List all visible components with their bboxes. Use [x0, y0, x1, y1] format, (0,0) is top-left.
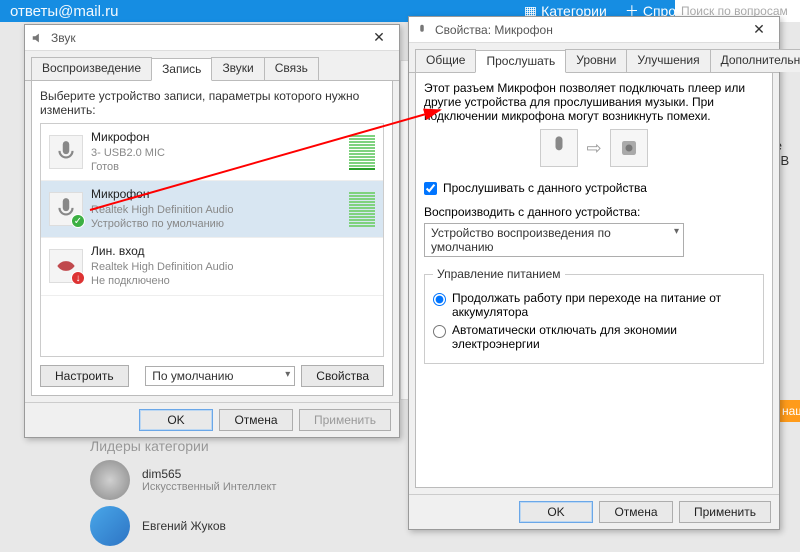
- device-list[interactable]: Микрофон 3- USB2.0 MIC Готов ✓ Микрофон …: [40, 123, 384, 357]
- device-row[interactable]: Микрофон 3- USB2.0 MIC Готов: [41, 124, 383, 181]
- tab-communications[interactable]: Связь: [264, 57, 319, 80]
- user-name[interactable]: dim565: [142, 467, 276, 481]
- speaker-icon: [610, 129, 648, 167]
- mic-properties-dialog: Свойства: Микрофон ✕ Общие Прослушать Ур…: [408, 16, 780, 530]
- listen-checkbox-label[interactable]: Прослушивать с данного устройства: [443, 181, 647, 195]
- arrow-right-icon: ⇨: [586, 138, 601, 159]
- tab-sounds[interactable]: Звуки: [211, 57, 264, 80]
- configure-button[interactable]: Настроить: [40, 365, 129, 387]
- cancel-button[interactable]: Отмена: [599, 501, 673, 523]
- radio-label[interactable]: Автоматически отключать для экономии эле…: [452, 323, 755, 351]
- avatar[interactable]: [90, 506, 130, 546]
- device-row[interactable]: ↓ Лин. вход Realtek High Definition Audi…: [41, 238, 383, 295]
- power-radio-auto-off[interactable]: [433, 325, 446, 338]
- down-badge-icon: ↓: [71, 271, 85, 285]
- ok-button[interactable]: OK: [519, 501, 593, 523]
- window-title: Свойства: Микрофон: [435, 23, 553, 37]
- playthrough-combo[interactable]: Устройство воспроизведения по умолчанию: [424, 223, 684, 257]
- user-name[interactable]: Евгений Жуков: [142, 519, 226, 533]
- tab-strip: Общие Прослушать Уровни Улучшения Дополн…: [409, 43, 779, 73]
- level-meter: [349, 135, 375, 170]
- close-icon[interactable]: ✕: [365, 28, 393, 48]
- listen-checkbox[interactable]: [424, 182, 437, 195]
- close-icon[interactable]: ✕: [745, 20, 773, 40]
- properties-button[interactable]: Свойства: [301, 365, 384, 387]
- playthrough-label: Воспроизводить с данного устройства:: [424, 205, 764, 219]
- site-brand[interactable]: ответы@mail.ru: [10, 3, 118, 20]
- device-name: Микрофон: [91, 187, 341, 203]
- cancel-button[interactable]: Отмена: [219, 409, 293, 431]
- level-meter: [349, 192, 375, 227]
- microphone-icon: [540, 129, 578, 167]
- tab-enhancements[interactable]: Улучшения: [626, 49, 710, 72]
- window-title: Звук: [51, 31, 76, 45]
- description-text: Этот разъем Микрофон позволяет подключат…: [424, 81, 764, 123]
- tab-levels[interactable]: Уровни: [565, 49, 627, 72]
- hint-text: Выберите устройство записи, параметры ко…: [40, 89, 384, 117]
- tab-listen[interactable]: Прослушать: [475, 50, 566, 73]
- apply-button[interactable]: Применить: [299, 409, 391, 431]
- group-legend: Управление питанием: [433, 267, 565, 281]
- tab-advanced[interactable]: Дополнительно: [710, 49, 800, 72]
- tab-playback[interactable]: Воспроизведение: [31, 57, 152, 80]
- sound-dialog: Звук ✕ Воспроизведение Запись Звуки Связ…: [24, 24, 400, 438]
- microphone-icon: [49, 135, 83, 169]
- speaker-icon: [31, 31, 45, 45]
- device-name: Лин. вход: [91, 244, 375, 260]
- bg-leaders: Лидеры категории dim565 Искусственный Ин…: [90, 438, 370, 552]
- power-radio-continue[interactable]: [433, 293, 446, 306]
- device-row[interactable]: ✓ Микрофон Realtek High Definition Audio…: [41, 181, 383, 238]
- tab-general[interactable]: Общие: [415, 49, 476, 72]
- power-group: Управление питанием Продолжать работу пр…: [424, 267, 764, 364]
- ok-button[interactable]: OK: [139, 409, 213, 431]
- default-combo[interactable]: По умолчанию: [145, 366, 295, 386]
- tab-recording[interactable]: Запись: [151, 58, 212, 81]
- device-name: Микрофон: [91, 130, 341, 146]
- microphone-icon: [415, 23, 429, 37]
- check-badge-icon: ✓: [71, 214, 85, 228]
- tab-strip: Воспроизведение Запись Звуки Связь: [25, 51, 399, 81]
- avatar[interactable]: [90, 460, 130, 500]
- linein-icon: ↓: [49, 249, 83, 283]
- apply-button[interactable]: Применить: [679, 501, 771, 523]
- radio-label[interactable]: Продолжать работу при переходе на питани…: [452, 291, 755, 319]
- microphone-icon: ✓: [49, 192, 83, 226]
